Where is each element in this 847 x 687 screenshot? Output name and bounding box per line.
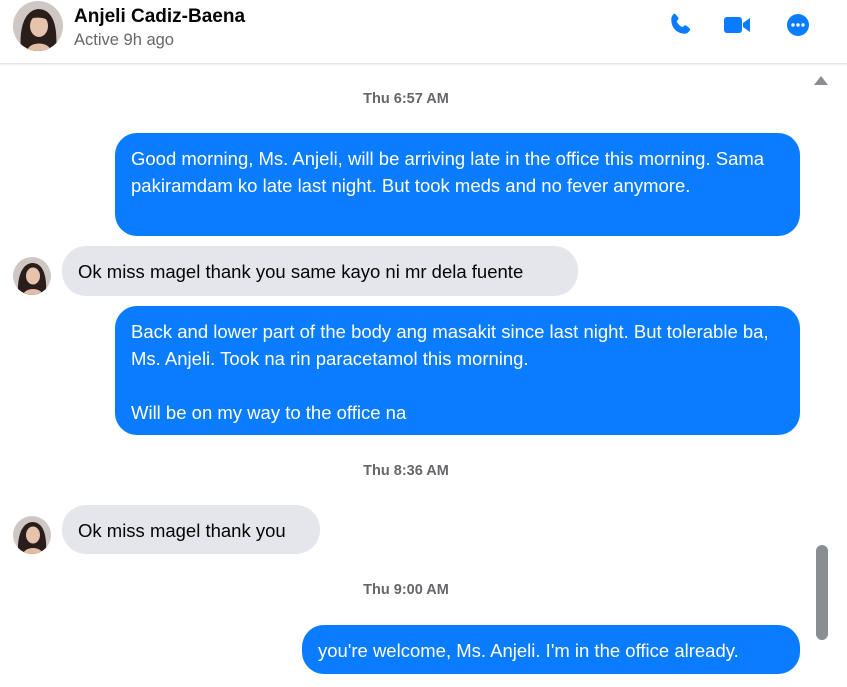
message-timestamp: Thu 6:57 AM	[363, 91, 449, 107]
more-options-icon[interactable]	[784, 11, 812, 39]
contact-avatar-small[interactable]	[13, 516, 51, 554]
contact-avatar-small[interactable]	[13, 257, 51, 295]
contact-name[interactable]: Anjeli Cadiz-Baena	[74, 6, 245, 28]
scrollbar-thumb[interactable]	[816, 545, 828, 640]
contact-avatar[interactable]	[13, 1, 63, 51]
outgoing-message[interactable]: Good morning, Ms. Anjeli, will be arrivi…	[115, 133, 800, 236]
active-status: Active 9h ago	[74, 31, 174, 49]
incoming-message[interactable]: Ok miss magel thank you	[62, 505, 320, 554]
conversation-header: Anjeli Cadiz-Baena Active 9h ago	[0, 0, 847, 64]
phone-icon[interactable]	[666, 11, 694, 39]
message-timestamp: Thu 8:36 AM	[363, 463, 449, 479]
video-camera-icon[interactable]	[723, 11, 751, 39]
scroll-up-arrow-icon[interactable]	[814, 76, 828, 85]
incoming-message[interactable]: Ok miss magel thank you same kayo ni mr …	[62, 246, 578, 296]
message-timestamp: Thu 9:00 AM	[363, 582, 449, 598]
outgoing-message[interactable]: Back and lower part of the body ang masa…	[115, 306, 800, 435]
outgoing-message[interactable]: you're welcome, Ms. Anjeli. I'm in the o…	[302, 625, 800, 674]
